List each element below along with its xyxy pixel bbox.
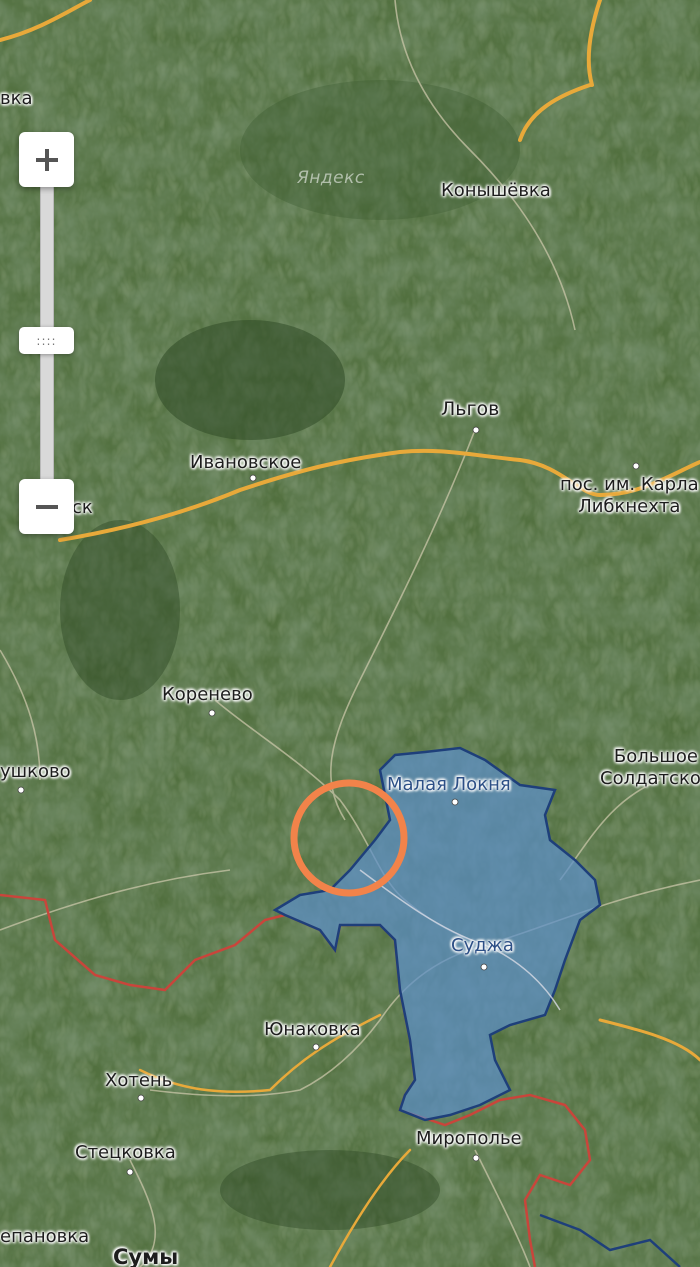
forest-area [60,520,180,700]
place-label-lgov[interactable]: Льгов [441,398,499,420]
place-label-karl-libknekhta[interactable]: пос. им. Карла Либкнехта [560,474,699,518]
place-label-konyshevka[interactable]: Конышёвка [441,180,551,202]
zoom-slider-handle[interactable]: :::: [19,327,74,354]
place-label-rylsk[interactable]: ск [72,497,93,519]
place-label-bolshoe-soldatskoe[interactable]: Большое Солдатское [600,746,700,790]
map-watermark: Яндекс [297,168,365,188]
place-label-malaya-loknya[interactable]: Малая Локня [387,774,511,796]
map-canvas[interactable]: Яндекс вка Конышёвка Льгов Ивановское по… [0,0,700,1267]
plus-icon [35,148,58,171]
place-label-korenevo[interactable]: Коренево [162,684,253,706]
forest-area [155,320,345,440]
place-label-khoten[interactable]: Хотень [105,1070,172,1092]
place-label-sudzha[interactable]: Суджа [451,935,514,957]
place-label-stepanovka[interactable]: епановка [0,1226,89,1248]
place-label-yunakovka[interactable]: Юнаковка [264,1019,361,1041]
place-label-tetkino[interactable]: ушково [0,761,71,783]
place-label-ivanovskoe[interactable]: Ивановское [190,452,301,474]
zoom-in-button[interactable] [19,132,74,187]
zoom-out-button[interactable] [19,479,74,534]
minus-icon [35,504,58,509]
forest-area [220,1150,440,1230]
place-label-stetskovka[interactable]: Стецковка [75,1142,176,1164]
place-label-sumy[interactable]: Сумы [113,1246,178,1267]
place-label-vka[interactable]: вка [0,88,33,110]
place-label-miropolye[interactable]: Миропольe [416,1128,522,1150]
